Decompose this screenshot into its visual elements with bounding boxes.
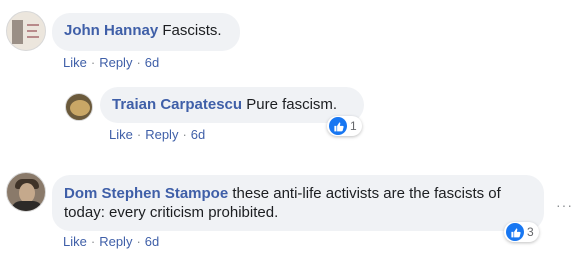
avatar-graphic xyxy=(11,201,43,211)
avatar-graphic xyxy=(70,100,90,116)
avatar-john-hannay[interactable] xyxy=(6,11,46,51)
avatar-graphic xyxy=(19,183,35,203)
separator: · xyxy=(90,234,96,249)
comment-author[interactable]: Traian Carpatescu xyxy=(112,96,242,113)
separator: · xyxy=(90,55,96,70)
reaction-count: 1 xyxy=(350,119,357,133)
comment-bubble: Traian Carpatescu Pure fascism. xyxy=(100,87,364,123)
avatar-graphic xyxy=(27,30,37,32)
separator: · xyxy=(136,234,141,249)
like-button[interactable]: Like xyxy=(109,127,133,142)
comment-actions: Like · Reply · 6d xyxy=(63,55,159,71)
reply-button[interactable]: Reply xyxy=(99,234,132,249)
like-button[interactable]: Like xyxy=(63,234,87,249)
like-button[interactable]: Like xyxy=(63,55,87,70)
avatar-dom-stephen-stampoe[interactable] xyxy=(6,172,46,212)
comment-bubble: Dom Stephen Stampoe these anti-life acti… xyxy=(52,175,544,231)
reaction-count: 3 xyxy=(527,225,534,239)
comment-author[interactable]: John Hannay xyxy=(64,22,158,39)
comment-bubble: John Hannay Fascists. xyxy=(52,13,240,51)
reply-button[interactable]: Reply xyxy=(145,127,178,142)
comment-actions: Like · Reply · 6d xyxy=(63,234,159,250)
separator: · xyxy=(136,55,141,70)
comment-text: Fascists. xyxy=(162,22,222,39)
reaction-badge[interactable]: 3 xyxy=(504,222,539,242)
avatar-graphic xyxy=(12,20,23,44)
comment-actions: Like · Reply · 6d xyxy=(109,127,205,143)
thumbs-up-icon xyxy=(329,117,347,135)
avatar-graphic xyxy=(27,24,39,26)
comment-timestamp[interactable]: 6d xyxy=(145,234,159,249)
avatar-graphic xyxy=(27,36,39,38)
separator: · xyxy=(136,127,142,142)
comment-timestamp[interactable]: 6d xyxy=(191,127,205,142)
reply-button[interactable]: Reply xyxy=(99,55,132,70)
separator: · xyxy=(182,127,187,142)
avatar-traian-carpatescu[interactable] xyxy=(65,93,93,121)
comment-timestamp[interactable]: 6d xyxy=(145,55,159,70)
more-options-button[interactable]: ··· xyxy=(556,197,573,213)
comment-text: Pure fascism. xyxy=(246,96,338,113)
reaction-badge[interactable]: 1 xyxy=(327,116,362,136)
comment-author[interactable]: Dom Stephen Stampoe xyxy=(64,185,228,202)
thumbs-up-icon xyxy=(506,223,524,241)
